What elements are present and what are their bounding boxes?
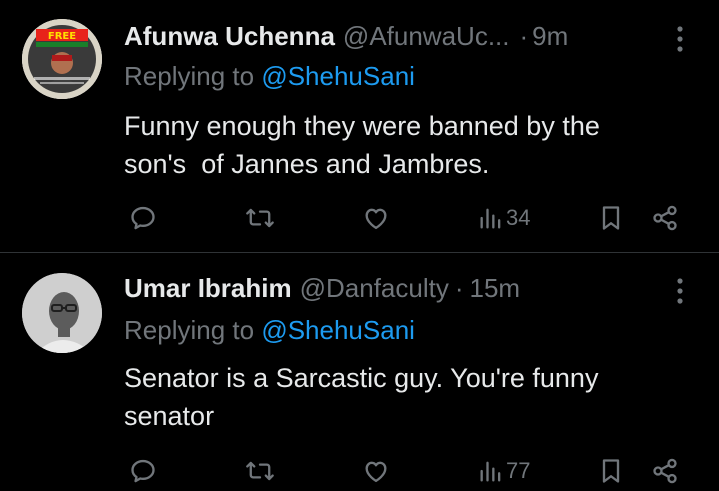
tweet-actions: 34 xyxy=(0,198,719,238)
retweet-icon xyxy=(245,204,275,232)
retweet-button[interactable] xyxy=(245,451,275,491)
share-icon xyxy=(651,457,679,485)
tweet-text: Senator is a Sarcastic guy. You're funny… xyxy=(124,359,689,435)
more-icon[interactable] xyxy=(675,276,685,306)
tweet[interactable]: FREE Afunwa Uchenna @AfunwaUc... · 9m Re… xyxy=(0,0,719,253)
reply-icon xyxy=(129,457,157,485)
avatar[interactable]: FREE xyxy=(22,19,102,99)
like-button[interactable] xyxy=(362,451,390,491)
author-handle[interactable]: @Danfaculty xyxy=(300,273,449,304)
views-count: 34 xyxy=(506,205,531,230)
replying-to: Replying to @ShehuSani xyxy=(124,61,415,92)
avatar[interactable] xyxy=(22,273,102,353)
replying-to: Replying to @ShehuSani xyxy=(124,315,415,346)
bookmark-icon xyxy=(598,457,624,485)
separator-dot: · xyxy=(454,272,464,303)
tweet-text-line: Funny enough they were banned by the xyxy=(124,111,600,141)
share-button[interactable] xyxy=(651,451,679,491)
replying-mention[interactable]: @ShehuSani xyxy=(261,61,415,91)
tweet-actions: 77 xyxy=(0,451,719,491)
views-icon xyxy=(478,204,504,232)
heart-icon xyxy=(362,457,390,485)
bookmark-icon xyxy=(598,204,624,232)
avatar-logo-text: FREE xyxy=(48,31,76,42)
reply-icon xyxy=(129,204,157,232)
tweet-text: Funny enough they were banned by the son… xyxy=(124,107,689,183)
replying-prefix: Replying to xyxy=(124,61,262,91)
retweet-icon xyxy=(245,457,275,485)
like-button[interactable] xyxy=(362,198,390,238)
share-icon xyxy=(651,204,679,232)
views-count: 77 xyxy=(506,458,531,483)
reply-button[interactable] xyxy=(129,451,157,491)
views-button[interactable]: 77 xyxy=(478,451,530,491)
tweet-text-line: senator xyxy=(124,401,215,431)
timestamp[interactable]: 15m xyxy=(470,273,521,304)
views-button[interactable]: 34 xyxy=(478,198,530,238)
timestamp[interactable]: 9m xyxy=(532,21,568,52)
reply-button[interactable] xyxy=(129,198,157,238)
tweet-text-line: Senator is a Sarcastic guy. You're funny xyxy=(124,363,599,393)
retweet-button[interactable] xyxy=(245,198,275,238)
tweet-header: Afunwa Uchenna @AfunwaUc... · 9m xyxy=(124,18,687,54)
more-icon[interactable] xyxy=(675,24,685,54)
heart-icon xyxy=(362,204,390,232)
share-button[interactable] xyxy=(651,198,679,238)
bookmark-button[interactable] xyxy=(598,198,624,238)
replying-mention[interactable]: @ShehuSani xyxy=(261,315,415,345)
bookmark-button[interactable] xyxy=(598,451,624,491)
author-name[interactable]: Umar Ibrahim xyxy=(124,273,292,304)
author-handle[interactable]: @AfunwaUc... xyxy=(343,21,510,52)
tweet-text-line: son's of Jannes and Jambres. xyxy=(124,149,490,179)
replying-prefix: Replying to xyxy=(124,315,262,345)
tweet[interactable]: Umar Ibrahim @Danfaculty · 15m Replying … xyxy=(0,253,719,491)
tweet-header: Umar Ibrahim @Danfaculty · 15m xyxy=(124,270,687,306)
views-icon xyxy=(478,457,504,485)
separator-dot: · xyxy=(519,20,529,51)
author-name[interactable]: Afunwa Uchenna xyxy=(124,21,335,52)
